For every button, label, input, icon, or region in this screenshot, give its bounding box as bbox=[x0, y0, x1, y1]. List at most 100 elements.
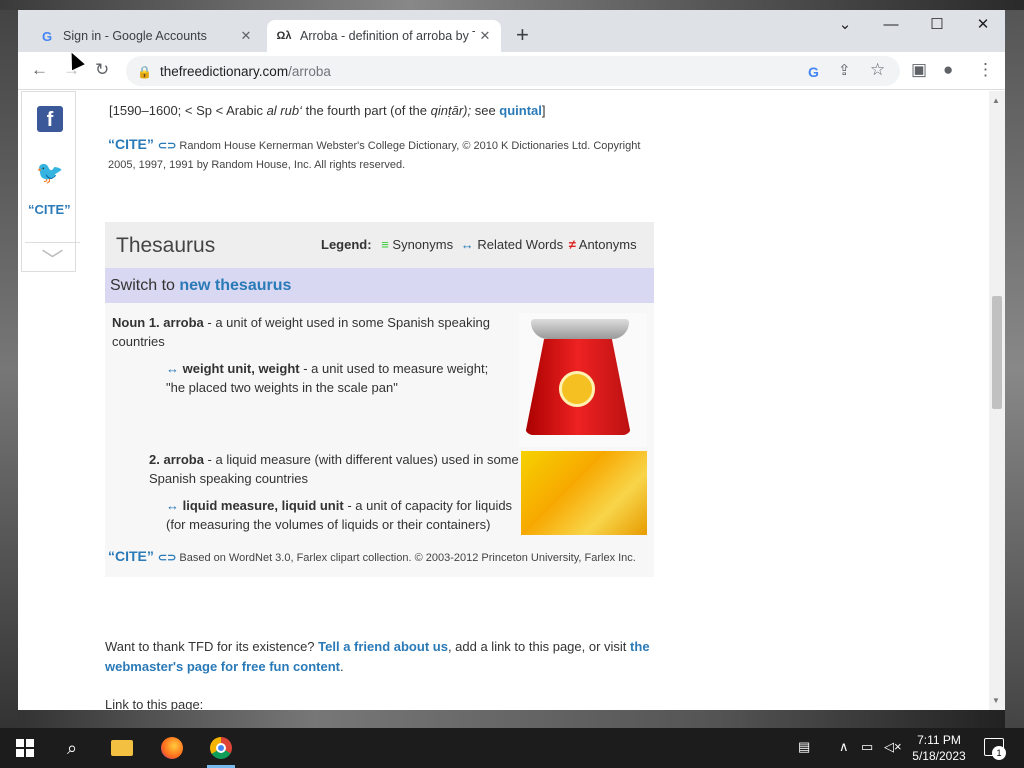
related-arrow-icon: ↔ bbox=[166, 498, 179, 513]
quintal-link[interactable]: quintal bbox=[499, 103, 542, 118]
side-panel-icon[interactable]: ▣ bbox=[911, 60, 927, 80]
legend-antonyms: Antonyms bbox=[578, 237, 637, 252]
cite-badge[interactable]: “CITE” bbox=[108, 548, 154, 564]
firefox-icon[interactable] bbox=[160, 736, 184, 760]
legend-label: Legend: bbox=[321, 237, 372, 252]
sense-word: arroba bbox=[163, 452, 204, 467]
menu-icon[interactable]: ⋮ bbox=[977, 60, 994, 80]
url-text[interactable]: thefreedictionary.com/arroba bbox=[160, 64, 331, 79]
etymology-text: the fourth part (of the bbox=[302, 103, 431, 118]
chrome-icon[interactable] bbox=[209, 736, 233, 760]
desktop-background-left bbox=[0, 10, 18, 728]
lock-icon[interactable]: 🔒 bbox=[137, 62, 152, 82]
tab-title: Sign in - Google Accounts bbox=[63, 29, 207, 43]
notification-count-badge: 1 bbox=[992, 746, 1006, 760]
maximize-button[interactable]: ☐ bbox=[914, 14, 960, 36]
etymology-text: [1590–1600; < Sp < Arabic bbox=[109, 103, 267, 118]
cite-button[interactable]: “CITE” bbox=[28, 202, 71, 217]
cite-badge[interactable]: “CITE” bbox=[108, 136, 154, 152]
page-content: f 🐦 “CITE” ﹀ [1590–1600; < Sp < Arabic a… bbox=[18, 91, 1005, 710]
file-explorer-icon[interactable] bbox=[110, 736, 134, 760]
related-link[interactable]: liquid measure, liquid unit bbox=[183, 498, 344, 513]
clock-time: 7:11 PM bbox=[917, 733, 961, 747]
sense-word: arroba bbox=[163, 315, 204, 330]
tab-arroba[interactable]: Ωλ Arroba - definition of arroba by T ✕ bbox=[267, 20, 501, 52]
browser-window: G Sign in - Google Accounts ✕ Ωλ Arroba … bbox=[18, 10, 1005, 710]
google-g-icon: G bbox=[41, 28, 53, 44]
back-icon[interactable]: ← bbox=[31, 60, 48, 80]
tab-strip: G Sign in - Google Accounts ✕ Ωλ Arroba … bbox=[18, 10, 1005, 52]
thesaurus-legend: Legend: ≡ Synonyms ↔ Related Words ≠ Ant… bbox=[321, 237, 637, 252]
page-scrollbar[interactable]: ▲ ▼ bbox=[989, 91, 1005, 710]
thank-text: Want to thank TFD for its existence? bbox=[105, 639, 319, 654]
action-center-app-icon[interactable]: ▤ bbox=[798, 739, 810, 755]
scale-pan bbox=[531, 319, 629, 339]
thank-text: . bbox=[339, 659, 344, 674]
profile-icon[interactable]: ● bbox=[943, 60, 953, 80]
related-words-1: ↔ weight unit, weight - a unit used to m… bbox=[166, 359, 506, 397]
twitter-icon[interactable]: 🐦 bbox=[36, 160, 63, 186]
synonyms-icon: ≡ bbox=[381, 237, 389, 252]
url-host: thefreedictionary.com bbox=[160, 64, 289, 79]
thesaurus-header: Thesaurus Legend: ≡ Synonyms ↔ Related W… bbox=[105, 222, 654, 268]
scroll-up-icon[interactable]: ▲ bbox=[992, 96, 1000, 105]
switch-thesaurus: Switch to new thesaurus bbox=[110, 277, 291, 295]
etymology: [1590–1600; < Sp < Arabic al rub‘ the fo… bbox=[109, 103, 546, 118]
volume-muted-icon[interactable]: ◁× bbox=[884, 739, 902, 755]
scroll-down-icon[interactable]: ▼ bbox=[992, 696, 1000, 705]
network-icon[interactable]: ▭ bbox=[861, 739, 873, 755]
thank-tfd: Want to thank TFD for its existence? Tel… bbox=[105, 637, 665, 677]
tray-chevron-up-icon[interactable]: ∧ bbox=[839, 739, 849, 755]
link-to-page-label: Link to this page: bbox=[105, 697, 204, 710]
system-clock[interactable]: 7:11 PM 5/18/2023 bbox=[904, 732, 974, 764]
etymology-text: ] bbox=[541, 103, 546, 118]
scale-dial bbox=[559, 371, 595, 407]
facebook-icon[interactable]: f bbox=[37, 106, 63, 132]
related-words-2: ↔ liquid measure, liquid unit - a unit o… bbox=[166, 496, 516, 534]
reload-icon[interactable]: ↻ bbox=[95, 60, 109, 80]
etymology-text: see bbox=[471, 103, 500, 118]
related-link[interactable]: weight unit, weight bbox=[183, 361, 300, 376]
url-path: /arroba bbox=[288, 64, 331, 79]
new-thesaurus-link[interactable]: new thesaurus bbox=[179, 277, 291, 294]
share-icon[interactable]: ⇪ bbox=[838, 61, 851, 81]
liquid-measure-image bbox=[521, 451, 647, 535]
tab-google-signin[interactable]: G Sign in - Google Accounts ✕ bbox=[30, 20, 262, 52]
citation-text: Random House Kernerman Webster's College… bbox=[108, 140, 641, 171]
google-lens-icon[interactable]: G bbox=[808, 62, 819, 82]
legend-synonyms: Synonyms bbox=[392, 237, 454, 252]
link-icon[interactable]: ⊂⊃ bbox=[158, 552, 176, 564]
close-window-button[interactable]: ✕ bbox=[960, 14, 1005, 36]
desktop-background-right bbox=[1005, 10, 1024, 728]
sense-label: 2. bbox=[149, 452, 160, 467]
tab-close-icon[interactable]: ✕ bbox=[236, 28, 256, 44]
link-icon[interactable]: ⊂⊃ bbox=[158, 140, 176, 152]
sense-label: Noun 1. bbox=[112, 315, 160, 330]
tell-friend-link[interactable]: Tell a friend about us bbox=[318, 639, 448, 654]
clock-date: 5/18/2023 bbox=[912, 749, 966, 763]
etymology-qintar: qinṭār); bbox=[430, 103, 472, 118]
windows-start-icon[interactable] bbox=[13, 736, 37, 760]
bookmark-star-icon[interactable]: ☆ bbox=[870, 60, 885, 80]
desktop-background-bottom bbox=[18, 710, 1005, 728]
chevron-down-icon[interactable]: ﹀ bbox=[25, 242, 80, 273]
antonyms-icon: ≠ bbox=[568, 237, 576, 252]
tfd-icon: Ωλ bbox=[276, 30, 292, 42]
related-words-icon: ↔ bbox=[460, 237, 474, 252]
minimize-button[interactable]: — bbox=[868, 14, 914, 36]
search-icon[interactable]: ⌕ bbox=[60, 736, 84, 760]
thesaurus-citation: “CITE” ⊂⊃ Based on WordNet 3.0, Farlex cl… bbox=[108, 548, 636, 564]
address-bar[interactable]: 🔒 thefreedictionary.com/arroba G ⇪ ☆ bbox=[126, 56, 900, 86]
new-tab-button[interactable]: + bbox=[516, 24, 529, 46]
thesaurus-title: Thesaurus bbox=[116, 234, 216, 257]
dictionary-citation: “CITE” ⊂⊃ Random House Kernerman Webster'… bbox=[108, 135, 653, 175]
legend-related: Related Words bbox=[477, 237, 564, 252]
related-arrow-icon: ↔ bbox=[166, 361, 179, 376]
thank-text: , add a link to this page, or visit bbox=[447, 639, 631, 654]
switch-thesaurus-bar: Switch to new thesaurus bbox=[105, 268, 654, 303]
switch-text: Switch to bbox=[110, 277, 180, 294]
tab-search-button[interactable]: ⌄ bbox=[822, 14, 868, 36]
tab-close-icon[interactable]: ✕ bbox=[475, 28, 495, 44]
scrollbar-thumb[interactable] bbox=[992, 296, 1002, 409]
thesaurus-sense-2: 2. arroba - a liquid measure (with diffe… bbox=[149, 450, 521, 488]
